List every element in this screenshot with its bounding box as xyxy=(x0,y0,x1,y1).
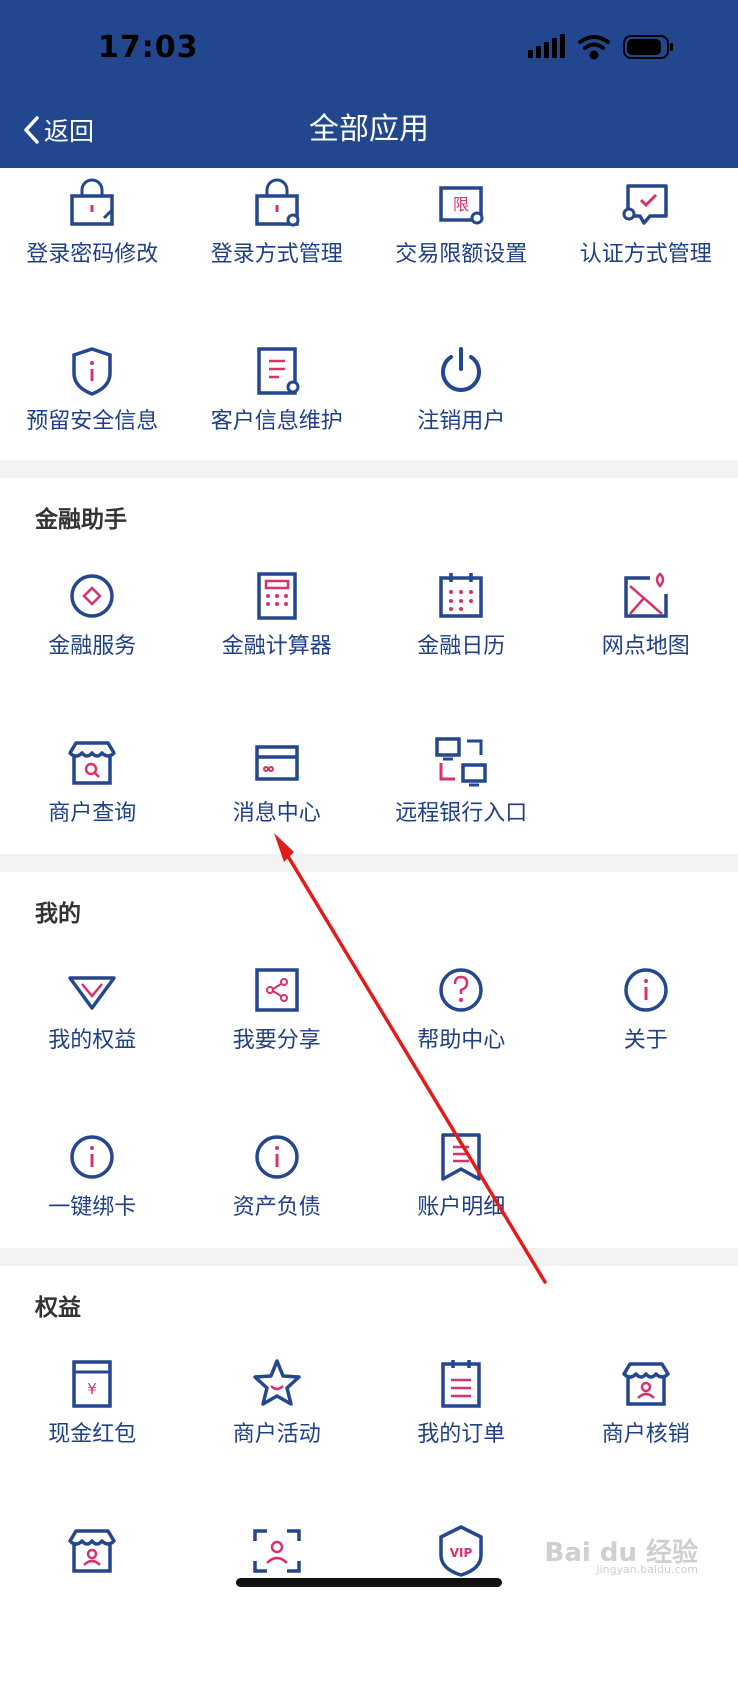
tile-label: 预留安全信息 xyxy=(0,403,185,435)
tile-label: 资产负债 xyxy=(185,1189,370,1221)
tile-label: 账户明细 xyxy=(369,1189,554,1221)
tile-label: 注销用户 xyxy=(369,403,554,435)
tile-merchant-verify[interactable]: 商户核销 xyxy=(554,1356,738,1523)
chat-check-icon xyxy=(618,176,674,232)
tile-finance-calculator[interactable]: 金融计算器 xyxy=(185,568,370,735)
section-title: 权益 xyxy=(35,1288,81,1322)
info-icon xyxy=(249,1129,305,1185)
tile-label: 消息中心 xyxy=(185,795,370,827)
store-user-icon xyxy=(618,1356,674,1412)
tile-label: 客户信息维护 xyxy=(185,403,370,435)
tile-label: 商户查询 xyxy=(0,795,185,827)
calendar-icon xyxy=(433,568,489,624)
lock-gear-icon xyxy=(249,176,305,232)
tile-about[interactable]: 关于 xyxy=(554,962,738,1129)
tile-label: 金融日历 xyxy=(369,628,554,660)
tile-scan-user[interactable] xyxy=(185,1523,370,1690)
tile-label: 关于 xyxy=(554,1022,738,1054)
status-time: 17:03 xyxy=(98,30,199,65)
lock-edit-icon xyxy=(64,176,120,232)
shield-info-icon xyxy=(64,343,120,399)
tile-my-orders[interactable]: 我的订单 xyxy=(369,1356,554,1523)
tile-label: 登录密码修改 xyxy=(0,236,185,268)
tile-finance-service[interactable]: 金融服务 xyxy=(0,568,185,735)
tile-label: 一键绑卡 xyxy=(0,1189,185,1221)
map-pin-icon xyxy=(618,568,674,624)
tile-label: 网点地图 xyxy=(554,628,738,660)
diamond-circle-icon xyxy=(64,568,120,624)
tile-help-center[interactable]: 帮助中心 xyxy=(369,962,554,1129)
tile-vip[interactable]: VIP xyxy=(369,1523,554,1690)
tile-transaction-limit[interactable]: 限 交易限额设置 xyxy=(369,176,554,343)
order-icon xyxy=(433,1356,489,1412)
star-icon xyxy=(249,1356,305,1412)
battery-icon xyxy=(624,36,673,58)
question-icon xyxy=(433,962,489,1018)
tile-label: 现金红包 xyxy=(0,1416,185,1448)
tile-cash-red-packet[interactable]: ¥ 现金红包 xyxy=(0,1356,185,1523)
tile-label: 商户活动 xyxy=(185,1416,370,1448)
tile-label: 交易限额设置 xyxy=(369,236,554,268)
info-icon xyxy=(618,962,674,1018)
status-icons xyxy=(528,34,678,64)
tile-login-password[interactable]: 登录密码修改 xyxy=(0,176,185,343)
svg-text:VIP: VIP xyxy=(450,1546,473,1560)
tile-label: 远程银行入口 xyxy=(369,795,554,827)
vip-shield-icon: VIP xyxy=(433,1523,489,1579)
calculator-icon xyxy=(249,568,305,624)
tile-label: 我的权益 xyxy=(0,1022,185,1054)
tile-label: 金融服务 xyxy=(0,628,185,660)
tile-my-rights[interactable]: 我的权益 xyxy=(0,962,185,1129)
app-list: 登录密码修改 登录方式管理 限 交易限额设置 xyxy=(0,168,738,1606)
section-title: 金融助手 xyxy=(35,500,127,534)
limit-gear-icon: 限 xyxy=(433,176,489,232)
doc-gear-icon xyxy=(249,343,305,399)
svg-text:¥: ¥ xyxy=(87,1380,97,1398)
tile-finance-calendar[interactable]: 金融日历 xyxy=(369,568,554,735)
tile-label: 商户核销 xyxy=(554,1416,738,1448)
bookmark-list-icon xyxy=(433,1129,489,1185)
store-user-icon xyxy=(64,1523,120,1579)
section-title: 我的 xyxy=(35,894,81,928)
card-icon xyxy=(249,735,305,791)
red-packet-icon: ¥ xyxy=(64,1356,120,1412)
section-security: 登录密码修改 登录方式管理 限 交易限额设置 xyxy=(0,168,738,460)
tile-branch-map[interactable]: 网点地图 xyxy=(554,568,738,735)
signal-icon xyxy=(528,34,565,58)
tile-label: 认证方式管理 xyxy=(554,236,738,268)
tile-label: 帮助中心 xyxy=(369,1022,554,1054)
svg-text:限: 限 xyxy=(453,195,469,214)
tile-merchant-5[interactable] xyxy=(0,1523,185,1690)
wifi-icon xyxy=(580,37,608,58)
watermark-url: jingyan.baidu.com xyxy=(596,1563,698,1576)
section-mine: 我的 我的权益 我要分享 xyxy=(0,872,738,1248)
tile-label: 金融计算器 xyxy=(185,628,370,660)
diamond-icon xyxy=(64,962,120,1018)
store-search-icon xyxy=(64,735,120,791)
tile-share[interactable]: 我要分享 xyxy=(185,962,370,1129)
app-header: 17:03 返回 全部应用 xyxy=(0,0,738,168)
tile-label: 我的订单 xyxy=(369,1416,554,1448)
remote-monitors-icon xyxy=(433,735,489,791)
tile-label: 我要分享 xyxy=(185,1022,370,1054)
share-icon xyxy=(249,962,305,1018)
tile-login-method[interactable]: 登录方式管理 xyxy=(185,176,370,343)
tile-auth-method[interactable]: 认证方式管理 xyxy=(554,176,738,343)
tile-merchant-activity[interactable]: 商户活动 xyxy=(185,1356,370,1523)
power-icon xyxy=(433,343,489,399)
section-finance: 金融助手 金融服务 金融计算器 xyxy=(0,478,738,854)
home-indicator[interactable] xyxy=(236,1578,502,1587)
info-icon xyxy=(64,1129,120,1185)
tile-label: 登录方式管理 xyxy=(185,236,370,268)
page-title: 全部应用 xyxy=(0,108,738,152)
scan-user-icon xyxy=(249,1523,305,1579)
